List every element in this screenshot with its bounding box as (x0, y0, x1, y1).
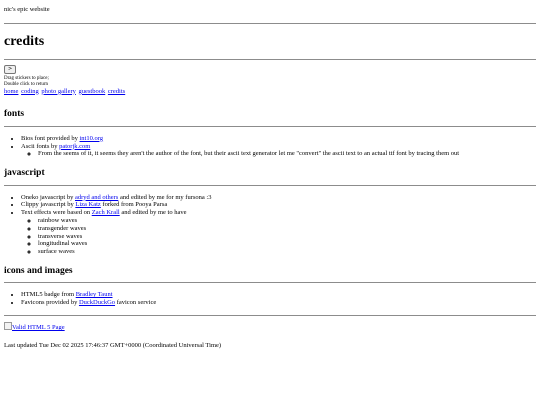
section-heading-fonts: fonts (4, 109, 25, 120)
credit-link-adryd[interactable]: adryd and others (75, 194, 118, 201)
divider (4, 58, 536, 60)
list-item: From the seems of it, it seems they aren… (38, 150, 536, 158)
page-title: credits (4, 33, 45, 49)
credit-text: HTML5 badge from (21, 291, 76, 299)
credit-text: forked from Pooya Parsa (100, 201, 168, 209)
list-item: rainbow waves (38, 217, 536, 225)
site-title: nic's epic website (4, 6, 50, 13)
list-item: surface waves (38, 248, 536, 256)
fonts-sublist: From the seems of it, it seems they aren… (21, 150, 536, 158)
list-item: Oneko javascript by adryd and others and… (21, 194, 536, 202)
divider (4, 314, 536, 316)
list-item: Favicons provided by DuckDuckGo favicon … (21, 299, 536, 307)
list-item: longitudinal waves (38, 240, 536, 248)
section-heading-icons: icons and images (4, 265, 73, 276)
page: nic's epic website credits > Drag sticke… (0, 0, 540, 350)
credit-link-duckduckgo[interactable]: DuckDuckGo (79, 299, 115, 306)
section-fonts: Bios font provided by int10.org Ascii fo… (4, 135, 536, 158)
list-item: HTML5 badge from Bradley Taunt (21, 291, 536, 299)
credit-text: Oneko javascript by (21, 193, 75, 201)
credit-link-bradley-taunt[interactable]: Bradley Taunt (76, 291, 113, 298)
nav-link-guestbook[interactable]: guestbook (79, 88, 106, 95)
list-item: Bios font provided by int10.org (21, 135, 536, 143)
credit-link-zach-krall[interactable]: Zach Krall (92, 209, 120, 216)
list-item: Clippy javascript by Liza Katz forked fr… (21, 201, 536, 209)
broken-image-icon (4, 321, 12, 330)
nav-bar: home coding photo gallery guestbook cred… (4, 88, 536, 96)
credit-text: Clippy javascript by (21, 201, 76, 209)
credit-text: Text effects were based on (21, 209, 92, 217)
last-updated: Last updated Tue Dec 02 2025 17:46:37 GM… (4, 341, 222, 349)
html5-badge: Valid HTML 5 Page (4, 321, 536, 332)
text-effects-list: rainbow waves transgender waves transver… (21, 217, 536, 256)
credit-text: favicon service (115, 299, 157, 307)
list-item: Ascii fonts by patorjk.com From the seem… (21, 143, 536, 159)
divider (4, 125, 536, 127)
fonts-list: Bios font provided by int10.org Ascii fo… (4, 135, 536, 158)
nav-link-home[interactable]: home (4, 88, 18, 95)
section-icons: HTML5 badge from Bradley Taunt Favicons … (4, 291, 536, 307)
nav-link-photo-gallery[interactable]: photo gallery (41, 88, 75, 95)
nav-link-coding[interactable]: coding (21, 88, 39, 95)
icons-list: HTML5 badge from Bradley Taunt Favicons … (4, 291, 536, 307)
sticker-controls: > Drag stickers to place; Double click t… (4, 64, 536, 88)
sticker-toggle-button[interactable]: > (4, 64, 17, 74)
credit-text: and edited by me for my fursona :3 (118, 193, 212, 201)
nav-link-credits[interactable]: credits (108, 88, 125, 95)
divider (4, 22, 536, 24)
divider (4, 184, 536, 186)
credit-link-patorjk[interactable]: patorjk.com (59, 143, 90, 150)
section-heading-javascript: javascript (4, 168, 45, 179)
javascript-list: Oneko javascript by adryd and others and… (4, 194, 536, 256)
section-javascript: Oneko javascript by adryd and others and… (4, 194, 536, 256)
html5-badge-alt-text: Valid HTML 5 Page (12, 323, 65, 331)
credit-link-liza-katz[interactable]: Liza Katz (75, 201, 100, 208)
divider (4, 282, 536, 284)
credit-link-int10[interactable]: int10.org (80, 135, 104, 142)
credit-text: Favicons provided by (21, 299, 79, 307)
html5-badge-link[interactable]: Valid HTML 5 Page (4, 321, 65, 331)
credit-text: and edited by me to have (119, 209, 187, 217)
list-item: transgender waves (38, 225, 536, 233)
list-item: transverse waves (38, 233, 536, 241)
credit-text: Bios font provided by (21, 134, 80, 142)
list-item: Text effects were based on Zach Krall an… (21, 209, 536, 256)
credit-text: Ascii fonts by (21, 142, 60, 150)
